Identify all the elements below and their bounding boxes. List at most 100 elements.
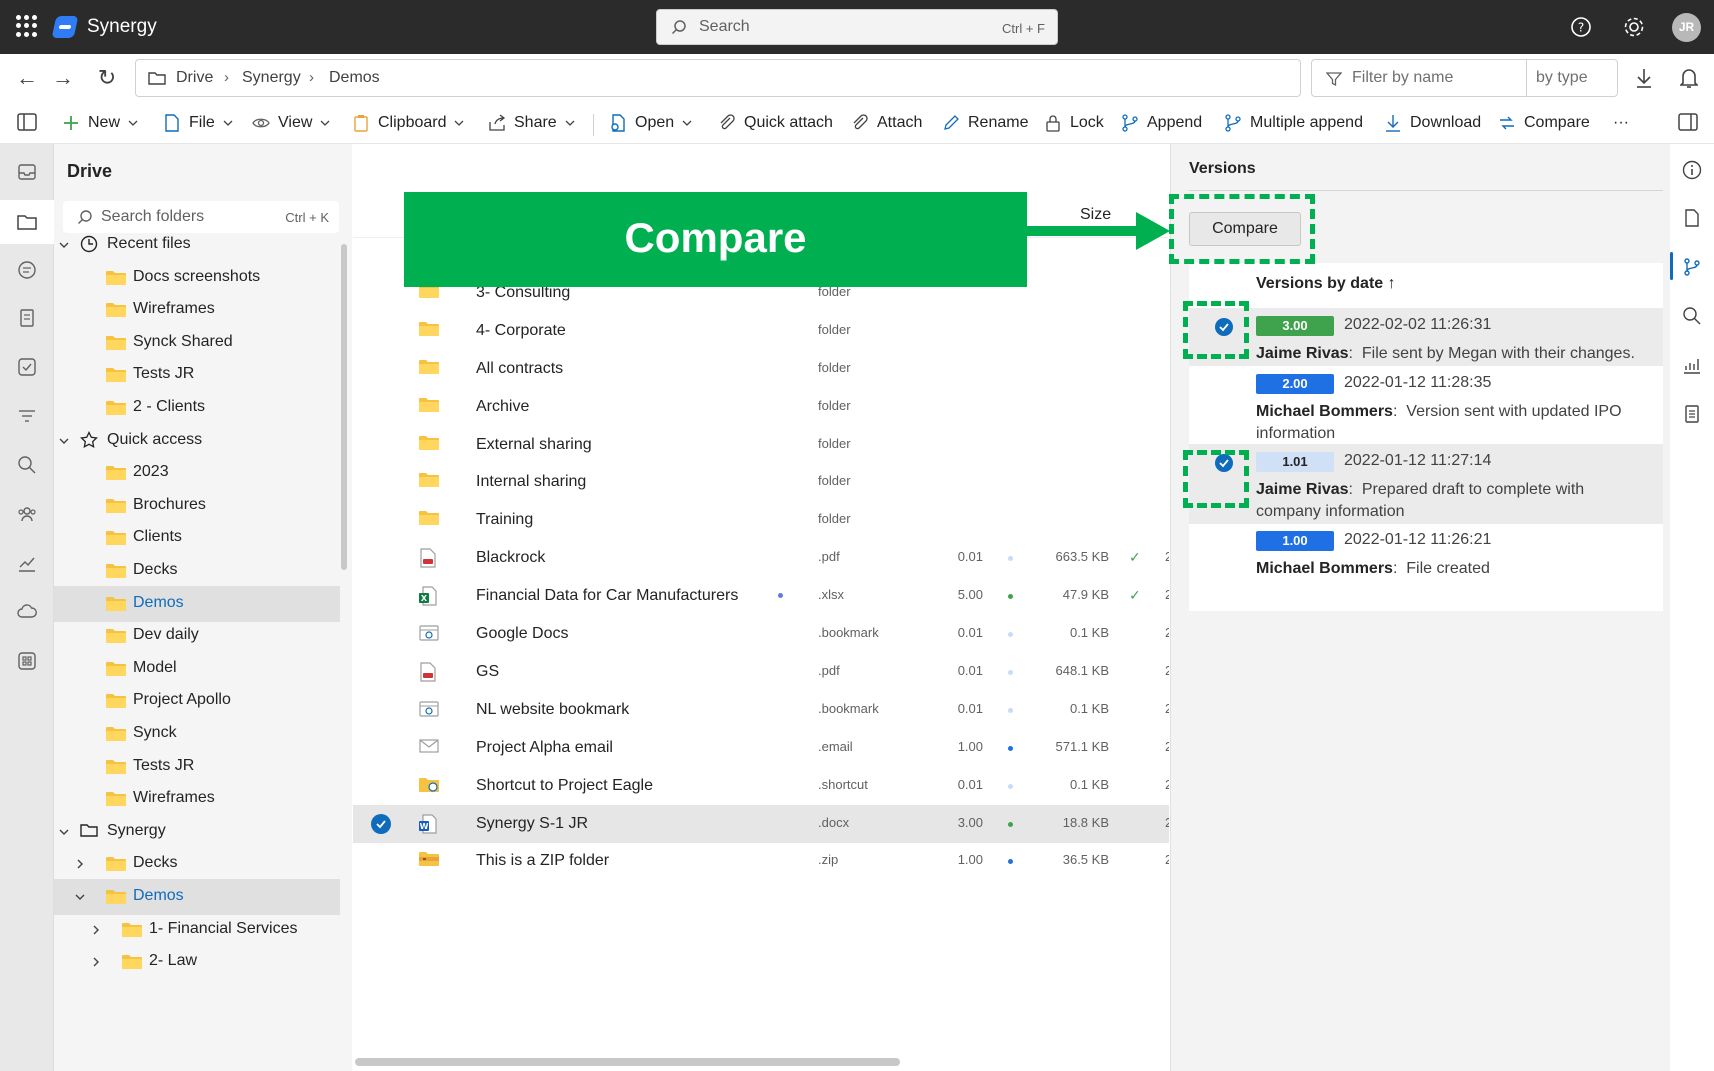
tree-folder-item[interactable]: 2- Law xyxy=(54,944,340,980)
file-row[interactable]: W Synergy S-1 JR .docx 3.00 18.8 KB 2 xyxy=(353,804,1169,843)
refresh-icon[interactable]: ↻ xyxy=(95,66,119,90)
tree-folder-item[interactable]: 2 - Clients xyxy=(54,390,340,426)
apps-grid-icon[interactable] xyxy=(17,651,37,671)
tree-folder-item[interactable]: Wireframes xyxy=(54,781,340,817)
chevron-right-icon[interactable] xyxy=(90,955,102,967)
filter-list-icon[interactable] xyxy=(17,406,37,426)
people-icon[interactable] xyxy=(17,504,37,524)
activity-chart-icon[interactable] xyxy=(1682,355,1702,375)
inbox-icon[interactable] xyxy=(17,162,37,182)
tree-folder-item[interactable]: Synck Shared xyxy=(54,325,340,361)
tree-folder-item[interactable]: 1- Financial Services xyxy=(54,912,340,948)
file-row[interactable]: NL website bookmark .bookmark 0.01 0.1 KB 2 xyxy=(353,691,1169,729)
tree-folder-item[interactable]: Wireframes xyxy=(54,292,340,328)
filter-box[interactable]: Filter by name by type xyxy=(1311,59,1618,97)
chevron-right-icon[interactable] xyxy=(74,857,86,869)
file-row[interactable]: 4- Corporate folder xyxy=(353,312,1169,350)
file-name[interactable]: Financial Data for Car Manufacturers xyxy=(476,587,738,605)
tree-folder-item[interactable]: Clients xyxy=(54,520,340,556)
file-name[interactable]: 4- Corporate xyxy=(476,322,566,340)
rename-button[interactable]: Rename xyxy=(942,110,1028,136)
tree-folder-item[interactable]: Decks xyxy=(54,846,340,882)
row-selected-checkmark-icon[interactable] xyxy=(371,813,391,834)
file-row[interactable]: Google Docs .bookmark 0.01 0.1 KB 2 xyxy=(353,615,1169,653)
back-arrow-icon[interactable]: ← xyxy=(15,66,39,90)
file-row[interactable]: Project Alpha email .email 1.00 571.1 KB 2 xyxy=(353,729,1169,767)
breadcrumb-drive[interactable]: Drive xyxy=(176,69,213,87)
more-options-button[interactable]: ··· xyxy=(1613,110,1629,136)
file-row[interactable]: Internal sharing folder xyxy=(353,463,1169,501)
view-menu-button[interactable]: View xyxy=(252,110,330,136)
file-name[interactable]: Blackrock xyxy=(476,549,545,567)
filter-by-name-input[interactable]: Filter by name xyxy=(1352,69,1453,87)
file-name[interactable]: Google Docs xyxy=(476,625,569,643)
file-name[interactable]: All contracts xyxy=(476,360,563,378)
chevron-down-icon[interactable] xyxy=(74,890,86,902)
chevron-down-icon[interactable] xyxy=(58,434,70,446)
notes-icon[interactable] xyxy=(1682,404,1702,424)
tree-folder-item[interactable]: Docs screenshots xyxy=(54,260,340,296)
size-column-header[interactable]: Size xyxy=(1080,206,1111,224)
file-row[interactable]: Training folder xyxy=(353,501,1169,539)
versions-branch-icon[interactable] xyxy=(1682,257,1702,277)
gear-icon[interactable] xyxy=(1623,16,1645,38)
file-menu-button[interactable]: File xyxy=(163,110,233,136)
tree-folder-item[interactable]: Model xyxy=(54,651,340,687)
download-button[interactable]: Download xyxy=(1384,110,1481,136)
tree-folder-item[interactable]: Brochures xyxy=(54,488,340,524)
tree-folder-item[interactable]: Demos xyxy=(54,879,340,915)
info-icon[interactable] xyxy=(1682,160,1702,180)
quick-attach-button[interactable]: Quick attach xyxy=(718,110,833,136)
append-button[interactable]: Append xyxy=(1121,110,1202,136)
tree-folder-item[interactable]: Demos xyxy=(54,585,340,622)
file-name[interactable]: Archive xyxy=(476,398,529,416)
tree-folder-item[interactable]: Decks xyxy=(54,553,340,589)
version-row[interactable]: 1.00 2022-01-12 11:26:21 Michael Bommers: … xyxy=(1189,523,1663,581)
attach-button[interactable]: Attach xyxy=(851,110,922,136)
clipboard-menu-button[interactable]: Clipboard xyxy=(352,110,464,136)
chevron-down-icon[interactable] xyxy=(58,238,70,250)
share-menu-button[interactable]: Share xyxy=(488,110,575,136)
folder-icon[interactable] xyxy=(17,212,37,232)
tree-folder-item[interactable]: Tests JR xyxy=(54,357,340,393)
tree-folder-item[interactable]: Project Apollo xyxy=(54,683,340,719)
file-row[interactable]: X Financial Data for Car Manufacturers .xl… xyxy=(353,577,1169,615)
tree-folder-item[interactable]: Synck xyxy=(54,716,340,752)
file-row[interactable]: GS .pdf 0.01 648.1 KB 2 xyxy=(353,653,1169,691)
analytics-icon[interactable] xyxy=(17,553,37,573)
chat-icon[interactable] xyxy=(17,260,37,280)
file-name[interactable]: Training xyxy=(476,511,533,529)
quick-access-section[interactable]: Quick access xyxy=(54,423,340,459)
details-pane-toggle-icon[interactable] xyxy=(1678,113,1698,131)
file-name[interactable]: Shortcut to Project Eagle xyxy=(476,777,653,795)
tree-folder-item[interactable]: Dev daily xyxy=(54,618,340,654)
version-row[interactable]: 3.00 2022-02-02 11:26:31 Jaime Rivas: File… xyxy=(1189,308,1663,366)
app-launcher-icon[interactable] xyxy=(16,15,38,37)
help-icon[interactable]: ? xyxy=(1570,16,1592,38)
lock-button[interactable]: Lock xyxy=(1044,110,1104,136)
document-icon[interactable] xyxy=(17,308,37,328)
file-row[interactable]: Blackrock .pdf 0.01 663.5 KB ✓ 2 xyxy=(353,539,1169,577)
file-properties-icon[interactable] xyxy=(1682,208,1702,228)
file-name[interactable]: This is a ZIP folder xyxy=(476,852,609,870)
version-row[interactable]: 2.00 2022-01-12 11:28:35 Michael Bommers: … xyxy=(1189,366,1663,446)
file-row[interactable]: All contracts folder xyxy=(353,350,1169,388)
download-icon[interactable] xyxy=(1634,67,1654,89)
chevron-down-icon[interactable] xyxy=(58,825,70,837)
multiple-append-button[interactable]: Multiple append xyxy=(1224,110,1363,136)
file-name[interactable]: Project Alpha email xyxy=(476,739,613,757)
file-row[interactable]: Archive folder xyxy=(353,388,1169,426)
open-menu-button[interactable]: Open xyxy=(609,110,692,136)
file-name[interactable]: External sharing xyxy=(476,436,592,454)
filter-by-type-input[interactable]: by type xyxy=(1536,69,1588,87)
horizontal-scrollbar[interactable] xyxy=(355,1058,900,1066)
breadcrumb-synergy[interactable]: Synergy xyxy=(242,69,301,87)
file-row[interactable]: Shortcut to Project Eagle .shortcut 0.01 0.… xyxy=(353,767,1169,805)
breadcrumb-demos[interactable]: Demos xyxy=(329,69,380,87)
version-row[interactable]: 1.01 2022-01-12 11:27:14 Jaime Rivas: Prep… xyxy=(1189,444,1663,524)
tree-scrollbar[interactable] xyxy=(341,244,347,570)
file-name[interactable]: GS xyxy=(476,663,499,681)
task-check-icon[interactable] xyxy=(17,357,37,377)
search-icon[interactable] xyxy=(1682,306,1702,326)
bell-icon[interactable] xyxy=(1680,67,1698,89)
